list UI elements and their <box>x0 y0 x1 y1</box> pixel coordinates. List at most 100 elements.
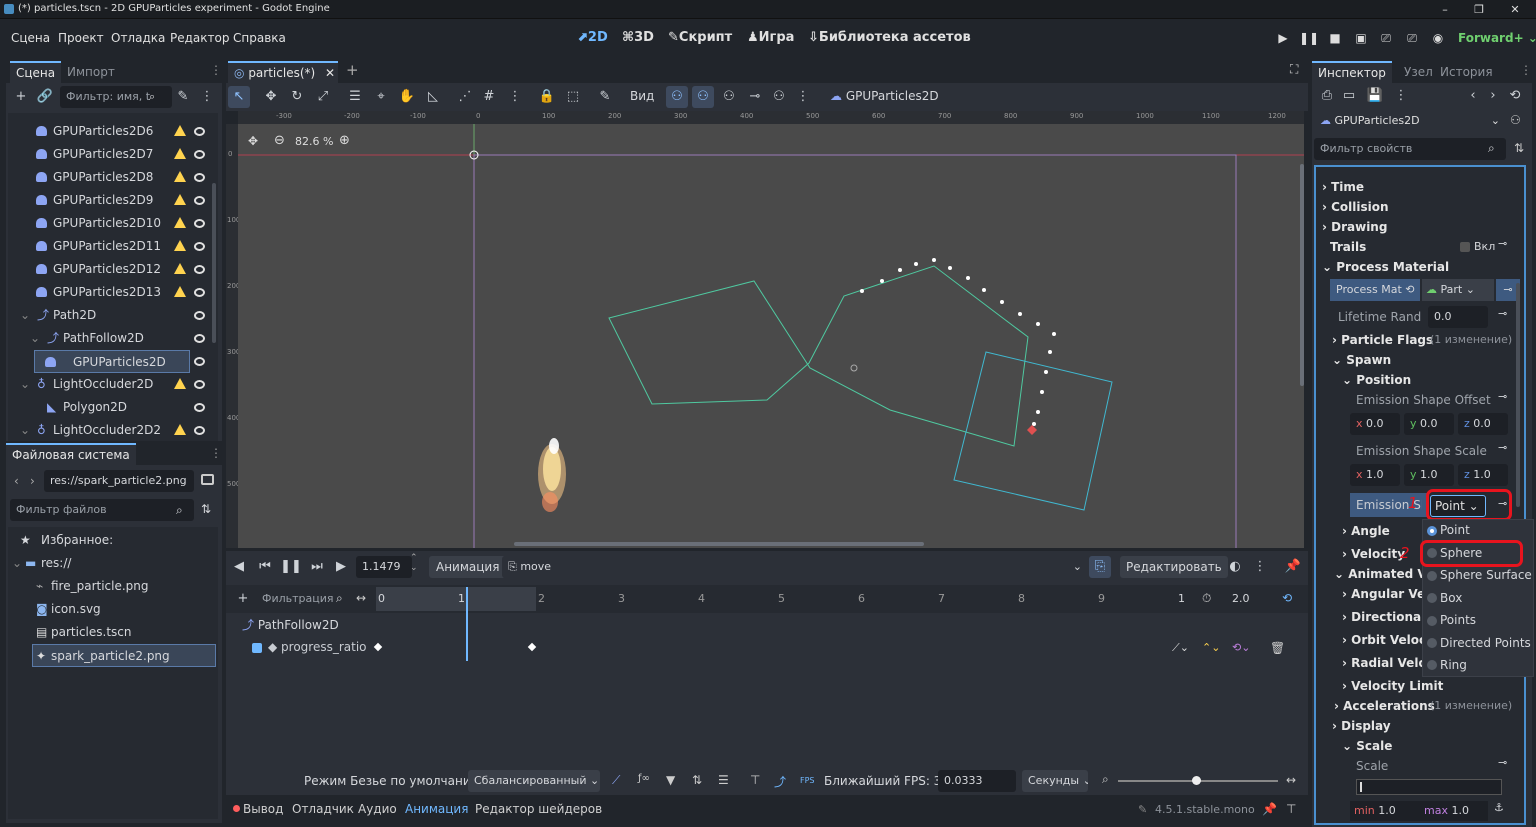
keyframe-icon[interactable]: ⊸ <box>1498 390 1507 403</box>
track-property[interactable]: ◆ progress_ratio <box>268 640 367 654</box>
tab-shader-editor[interactable]: Редактор шейдеров <box>475 802 602 816</box>
warning-icon[interactable] <box>174 194 186 205</box>
tree-node[interactable]: GPUParticles2D10 <box>8 212 218 235</box>
fit-width-icon[interactable]: ↔ <box>356 591 366 605</box>
menu-editor[interactable]: Редактор <box>170 31 229 45</box>
toggle-view-icon[interactable] <box>201 474 214 485</box>
section-radial-velocity[interactable]: › Radial Veloc <box>1342 653 1434 673</box>
tree-node[interactable]: ⌄ ⤴ PathFollow2D <box>8 327 218 350</box>
dock-menu-icon[interactable]: ⋮ <box>210 63 222 77</box>
interpolation-icon[interactable]: ⟋⌄ <box>1172 641 1189 655</box>
snap-options-icon[interactable]: ⋮ <box>504 86 526 108</box>
section-position[interactable]: ⌄ Position <box>1342 370 1411 390</box>
section-velocity[interactable]: › Velocity <box>1342 544 1405 564</box>
distraction-free-icon[interactable]: ⛶ <box>1290 62 1298 77</box>
visibility-icon[interactable] <box>194 426 205 435</box>
tab-filesystem[interactable]: Файловая система <box>6 443 136 465</box>
minimize-button[interactable]: – <box>1428 2 1462 17</box>
tree-node[interactable]: GPUParticles2D8 <box>8 166 218 189</box>
particles-tool-icon[interactable]: ⚇ <box>666 86 688 108</box>
list-tool-icon[interactable]: ☰ <box>344 86 366 108</box>
section-time[interactable]: › Time <box>1322 177 1364 197</box>
keyframe[interactable] <box>373 642 383 652</box>
fit-icon[interactable]: ↔ <box>1286 773 1296 787</box>
bone-icon[interactable]: ✎ <box>594 86 616 108</box>
play-backwards-from-end-icon[interactable]: ⏮ <box>254 556 276 578</box>
center-view-icon[interactable]: ✥ <box>248 134 258 148</box>
tree-node[interactable]: GPUParticles2D7 <box>8 143 218 166</box>
menu-debug[interactable]: Отладка <box>111 31 165 45</box>
file-filter-input[interactable]: Фильтр файлов <box>10 499 194 521</box>
file-item[interactable]: ⌁ fire_particle.png <box>8 575 218 598</box>
path-field[interactable]: res://spark_particle2.png <box>44 470 194 492</box>
close-window-button[interactable]: ✕ <box>1498 2 1532 17</box>
property-filter-input[interactable]: Фильтр свойств <box>1314 138 1506 160</box>
section-velocity-limit[interactable]: › Velocity Limit <box>1342 676 1443 696</box>
select-tool-icon[interactable]: ↖ <box>228 86 250 108</box>
section-scale[interactable]: ⌄ Scale <box>1342 736 1392 756</box>
particles-emit-icon[interactable]: ⚇ <box>718 86 740 108</box>
tree-node[interactable]: ⌄ ⤴ Path2D <box>8 304 218 327</box>
workspace-game[interactable]: ♟Игра <box>747 30 794 45</box>
scene-tab[interactable]: ◎ particles(*) ✕ <box>228 61 338 83</box>
tree-node[interactable]: ◣ Polygon2D <box>8 396 218 419</box>
object-history-icon[interactable]: ⟲ <box>1504 85 1526 107</box>
tab-import[interactable]: Импорт <box>61 61 121 83</box>
offset-z-input[interactable]: z 0.0 <box>1458 413 1508 435</box>
scale-curve-preview[interactable] <box>1356 779 1502 795</box>
visibility-icon[interactable] <box>194 219 205 228</box>
rotate-tool-icon[interactable]: ↻ <box>286 86 308 108</box>
scale-y-input[interactable]: y 1.0 <box>1404 464 1454 486</box>
tree-node[interactable]: ⌄ ♁ LightOccluder2D2 <box>8 419 218 441</box>
time-input[interactable]: 1.1479 <box>356 556 412 578</box>
more-icon[interactable]: ⋮ <box>792 86 814 108</box>
section-trails[interactable]: Trails <box>1330 237 1366 257</box>
track-enabled-checkbox[interactable] <box>252 643 262 653</box>
tab-history[interactable]: История <box>1434 61 1499 83</box>
warning-icon[interactable] <box>174 125 186 136</box>
offset-y-input[interactable]: y 0.0 <box>1404 413 1454 435</box>
expand-arrow-icon[interactable]: ⌄ <box>20 373 30 396</box>
animation-length[interactable]: 2.0 <box>1232 592 1250 605</box>
dropdown-item-points[interactable]: Points <box>1440 613 1476 627</box>
sort-icon[interactable]: ⇅ <box>1514 141 1524 155</box>
expand-arrow-icon[interactable]: ⌄ <box>20 419 30 441</box>
node-menu[interactable]: ☁ GPUParticles2D <box>830 89 939 103</box>
tab-node[interactable]: Узел <box>1398 61 1439 83</box>
tab-inspector[interactable]: Инспектор <box>1312 61 1392 83</box>
expand-arrow-icon[interactable]: ⌄ <box>12 552 22 575</box>
scene-filter-input[interactable]: Фильтр: имя, t <box>60 86 172 108</box>
scale-x-input[interactable]: x 1.0 <box>1350 464 1400 486</box>
visibility-icon[interactable] <box>194 242 205 251</box>
tab-audio[interactable]: Аудио <box>358 802 397 816</box>
section-collision[interactable]: › Collision <box>1322 197 1389 217</box>
section-process-material[interactable]: ⌄ Process Material <box>1322 257 1449 277</box>
process-material-select[interactable]: ☁ Part ⌄ <box>1422 279 1494 301</box>
particles-tool-icon-2[interactable]: ⚇ <box>692 86 714 108</box>
play-backwards-icon[interactable]: ◀ <box>228 556 250 578</box>
renderer-select[interactable]: Forward+ ⌄ <box>1458 31 1536 45</box>
link-icon[interactable]: 🔗 <box>34 86 56 108</box>
trails-checkbox[interactable] <box>1460 242 1470 252</box>
tree-node-selected[interactable]: GPUParticles2D <box>34 350 190 373</box>
snap-keys-icon[interactable]: ⤴ <box>774 773 786 790</box>
pin-icon[interactable]: 📌 <box>1262 802 1277 816</box>
file-item[interactable]: ▤ particles.tscn <box>8 621 218 644</box>
list-icon[interactable]: ☰ <box>718 773 729 787</box>
back-icon[interactable]: ‹ <box>14 474 19 488</box>
add-node-icon[interactable]: + <box>10 86 32 108</box>
group-icon[interactable]: ⬚ <box>562 86 584 108</box>
visibility-icon[interactable] <box>194 403 205 412</box>
workspace-assetlib[interactable]: ⇩Библиотека ассетов <box>808 30 971 45</box>
add-track-icon[interactable]: + <box>232 588 254 610</box>
update-mode-icon[interactable]: ⌃⌄ <box>1202 641 1220 654</box>
lock-icon[interactable]: ⚓ <box>1494 801 1504 814</box>
forward-icon[interactable]: › <box>30 474 35 488</box>
keyframe-icon[interactable]: ⊸ <box>1498 756 1507 769</box>
warning-icon[interactable] <box>174 378 186 389</box>
bezier-mode-select[interactable]: Сбалансированный ⌄ <box>468 770 600 792</box>
expand-arrow-icon[interactable]: ⌄ <box>30 327 40 350</box>
dock-menu-icon[interactable]: ⋮ <box>1520 63 1532 77</box>
save-icon[interactable]: 💾 <box>1364 85 1386 107</box>
workspace-3d[interactable]: ⌘3D <box>622 30 654 45</box>
